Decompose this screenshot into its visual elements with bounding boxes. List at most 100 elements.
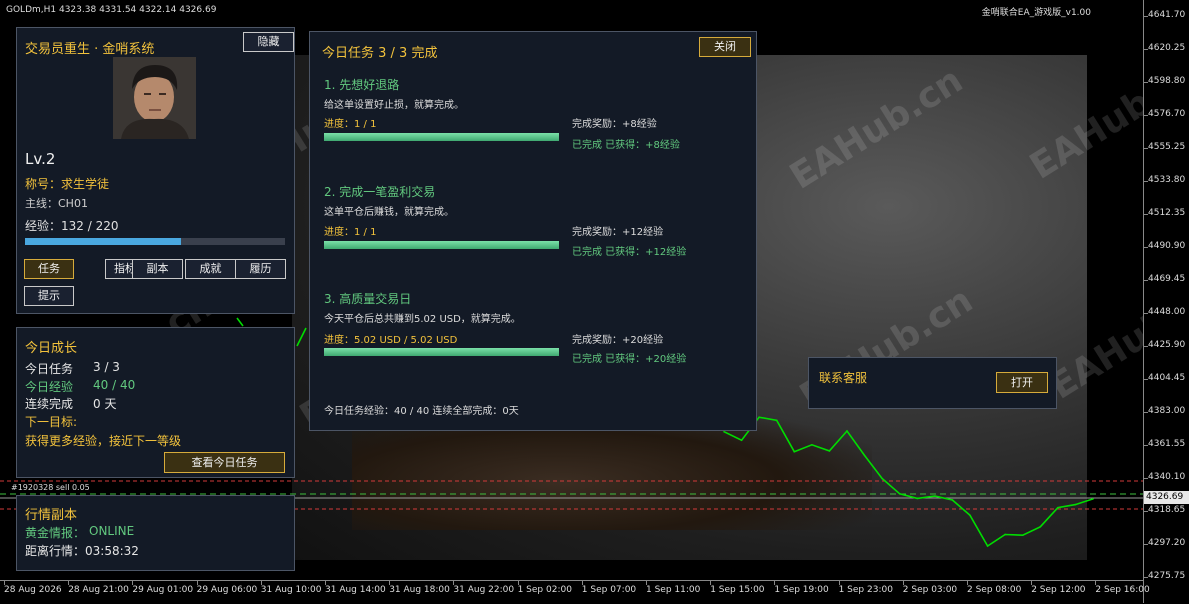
time-label: 29 Aug 01:00: [132, 585, 194, 595]
rank-label: 称号：求生学徒: [25, 177, 110, 191]
price-point: [846, 430, 848, 432]
gold-intel-label: 黄金情报：: [25, 526, 86, 540]
task-progress-bar: [324, 241, 559, 249]
exp-progress-fill: [25, 238, 181, 245]
price-label: 4275.75: [1148, 571, 1186, 581]
profile-panel: 交易员重生 · 金哨系统 隐藏 Lv.2 称号：求生学徒 主线：CH01 经验：…: [16, 27, 295, 314]
hint-button[interactable]: 提示: [24, 286, 74, 306]
price-point: [723, 430, 725, 433]
task-status: 已完成 已获得：+20经验: [572, 354, 687, 365]
time-label: 2 Sep 12:00: [1031, 585, 1086, 595]
time-label: 1 Sep 15:00: [710, 585, 765, 595]
time-label: 2 Sep 16:00: [1095, 585, 1150, 595]
task-status: 已完成 已获得：+8经验: [572, 140, 680, 151]
price-point: [916, 497, 919, 500]
task-reward: 完成奖励：+12经验: [572, 227, 664, 238]
task-reward: 完成奖励：+8经验: [572, 119, 657, 130]
exp-progress-bar: [25, 238, 285, 245]
tasks-panel-title: 今日任务 3 / 3 完成: [322, 46, 438, 61]
task-reward: 完成奖励：+20经验: [572, 335, 664, 346]
mainline-label: 主线：CH01: [25, 197, 88, 210]
price-point: [969, 514, 971, 517]
level-label: Lv.2: [25, 150, 56, 168]
time-label: 1 Sep 11:00: [646, 585, 701, 595]
gold-intel-status: ONLINE: [89, 524, 135, 538]
price-label: 4576.70: [1148, 109, 1186, 119]
price-point: [1074, 503, 1077, 506]
current-price-tag: 4326.69: [1144, 491, 1189, 504]
time-label: 1 Sep 02:00: [517, 585, 572, 595]
exp-today-label: 今日经验: [25, 380, 74, 394]
profile-title: 交易员重生 · 金哨系统: [25, 42, 155, 57]
early-segment: [236, 317, 244, 327]
price-label: 4469.45: [1148, 274, 1186, 284]
price-axis[interactable]: 4641.70 4620.25 4598.80 4576.70 4555.25 4533.…: [1143, 0, 1189, 603]
price-label: 4361.55: [1148, 439, 1186, 449]
price-label: 4383.00: [1148, 406, 1186, 416]
exp-today-value: 40 / 40: [93, 378, 136, 392]
streak-value: 0 天: [93, 397, 117, 411]
time-label: 1 Sep 19:00: [774, 585, 829, 595]
market-title: 行情副本: [25, 508, 78, 523]
price-point: [828, 450, 831, 452]
open-support-button[interactable]: 打开: [996, 372, 1048, 393]
task-desc: 这单平仓后赚钱，就算完成。: [324, 207, 454, 218]
order-label[interactable]: #1920328 sell 0.05: [11, 483, 90, 492]
time-label: 31 Aug 22:00: [453, 585, 515, 595]
time-label: 1 Sep 23:00: [838, 585, 893, 595]
price-point: [1092, 498, 1094, 500]
price-label: 4490.90: [1148, 241, 1186, 251]
price-point: [758, 416, 760, 418]
daily-growth-panel: 今日成长 今日任务 3 / 3 今日经验 40 / 40 连续完成 0 天 下一…: [16, 327, 295, 478]
price-point: [934, 495, 936, 497]
price-point: [898, 493, 901, 495]
price-label: 4318.65: [1148, 505, 1186, 515]
price-point: [740, 439, 743, 441]
price-series: [723, 416, 1094, 548]
task-name: 3. 高质量交易日: [324, 292, 412, 306]
time-axis[interactable]: 28 Aug 2026 28 Aug 21:00 29 Aug 01:00 29 Au…: [0, 580, 1150, 604]
next-goal-text: 获得更多经验，接近下一等级: [25, 434, 182, 448]
hide-button[interactable]: 隐藏: [243, 32, 294, 52]
task-progress-label: 进度：5.02 USD / 5.02 USD: [324, 335, 458, 346]
time-label: 2 Sep 03:00: [902, 585, 958, 595]
dungeon-button[interactable]: 副本: [132, 259, 183, 279]
price-point: [863, 454, 866, 457]
time-label: 31 Aug 14:00: [325, 585, 386, 595]
task-progress-fill: [324, 133, 559, 141]
support-title: 联系客服: [819, 371, 868, 385]
task-status: 已完成 已获得：+12经验: [572, 247, 687, 258]
tasks-button[interactable]: 任务: [24, 259, 74, 279]
view-today-tasks-button[interactable]: 查看今日任务: [164, 452, 285, 473]
price-point: [881, 477, 883, 480]
task-progress-label: 进度：1 / 1: [324, 227, 377, 238]
achievements-button[interactable]: 成就: [185, 259, 236, 279]
symbol-header: GOLDm,H1 4323.38 4331.54 4322.14 4326.69: [6, 5, 217, 15]
close-button[interactable]: 关闭: [699, 37, 751, 57]
growth-title: 今日成长: [25, 341, 78, 356]
price-label: 4598.80: [1148, 76, 1186, 86]
tasks-value: 3 / 3: [93, 360, 120, 374]
time-label: 28 Aug 21:00: [68, 585, 129, 595]
countdown-label: 距离行情：03:58:32: [25, 544, 139, 558]
time-label: 31 Aug 18:00: [389, 585, 450, 595]
price-label: 4404.45: [1148, 373, 1186, 383]
avatar: [113, 57, 196, 139]
task-progress-label: 进度：1 / 1: [324, 119, 377, 130]
price-point: [1021, 534, 1024, 537]
task-desc: 今天平仓后总共赚到5.02 USD，就算完成。: [324, 314, 521, 325]
time-label: 1 Sep 07:00: [581, 585, 637, 595]
streak-label: 连续完成: [25, 397, 74, 411]
next-goal-label: 下一目标:: [25, 415, 78, 429]
price-label: 4297.20: [1148, 538, 1186, 548]
task-progress-bar: [324, 133, 559, 141]
history-button[interactable]: 履历: [235, 259, 286, 279]
price-label: 4425.90: [1148, 340, 1186, 350]
price-label: 4448.00: [1148, 307, 1186, 317]
today-tasks-panel: 今日任务 3 / 3 完成 关闭 1. 先想好退路 给这单设置好止损，就算完成。…: [309, 31, 757, 431]
price-line: [723, 416, 1094, 548]
price-label: 4620.25: [1148, 43, 1186, 53]
task-desc: 给这单设置好止损，就算完成。: [324, 100, 464, 111]
ea-name: 金哨联合EA_游戏版_v1.00: [981, 8, 1091, 18]
time-label: 29 Aug 06:00: [196, 585, 258, 595]
